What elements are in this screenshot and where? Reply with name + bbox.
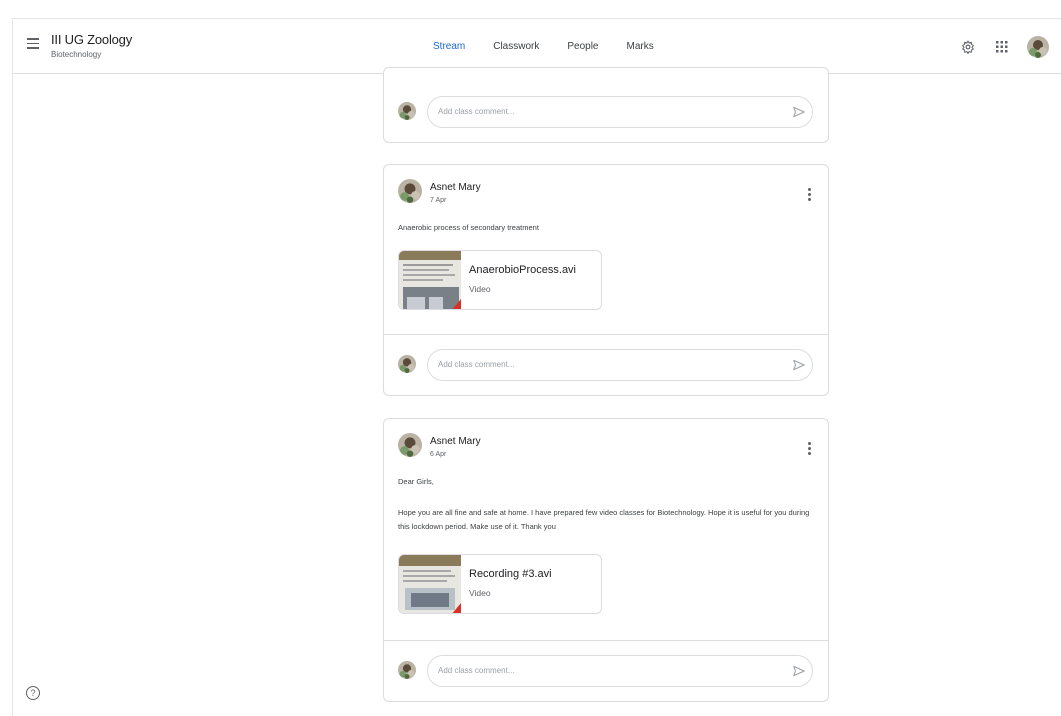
tab-bar: Stream Classwork People Marks	[419, 19, 668, 74]
tab-classwork[interactable]: Classwork	[479, 19, 553, 74]
menu-icon[interactable]	[27, 38, 39, 50]
post-body: Hope you are all fine and safe at home. …	[398, 508, 810, 531]
post-author: Asnet Mary	[430, 182, 481, 193]
post-author: Asnet Mary	[430, 436, 481, 447]
send-icon[interactable]	[792, 358, 806, 377]
attachment-type: Video	[469, 588, 491, 598]
comment-row: Add class comment...	[384, 641, 828, 703]
help-icon[interactable]: ?	[26, 686, 40, 700]
post-body: Anaerobic process of secondary treatment	[398, 223, 539, 232]
send-icon[interactable]	[792, 664, 806, 683]
post-greeting: Dear Girls,	[398, 477, 434, 486]
video-thumbnail	[399, 251, 461, 309]
post-card: Asnet Mary 6 Apr Dear Girls, Hope you ar…	[383, 418, 829, 702]
post-date: 7 Apr	[430, 197, 447, 204]
author-avatar	[398, 179, 422, 203]
tab-people[interactable]: People	[553, 19, 612, 74]
classroom-window: III UG Zoology Biotechnology Stream Clas…	[12, 18, 1061, 716]
commenter-avatar	[398, 355, 416, 373]
comment-placeholder: Add class comment...	[438, 666, 515, 675]
comment-row: Add class comment...	[384, 82, 828, 144]
attachment-name: AnaerobioProcess.avi	[469, 264, 577, 276]
author-avatar	[398, 433, 422, 457]
attachment-card[interactable]: AnaerobioProcess.avi Video	[398, 250, 602, 310]
post-card: Asnet Mary 7 Apr Anaerobic process of se…	[383, 164, 829, 396]
post-card-partial: Add class comment...	[383, 67, 829, 143]
attachment-card[interactable]: Recording #3.avi Video	[398, 554, 602, 614]
commenter-avatar	[398, 102, 416, 120]
video-thumbnail	[399, 555, 461, 613]
account-avatar[interactable]	[1027, 36, 1049, 58]
attachment-type: Video	[469, 284, 491, 294]
apps-grid-icon[interactable]	[993, 38, 1011, 56]
class-title[interactable]: III UG Zoology	[51, 32, 132, 47]
top-right-actions	[959, 36, 1049, 58]
more-options-icon[interactable]	[804, 188, 814, 204]
class-subtitle: Biotechnology	[51, 50, 102, 59]
commenter-avatar	[398, 661, 416, 679]
comment-input[interactable]: Add class comment...	[427, 655, 813, 687]
attachment-name: Recording #3.avi	[469, 568, 552, 580]
send-icon[interactable]	[792, 105, 806, 124]
comment-input[interactable]: Add class comment...	[427, 349, 813, 381]
tab-stream[interactable]: Stream	[419, 19, 480, 74]
comment-row: Add class comment...	[384, 335, 828, 397]
post-date: 6 Apr	[430, 451, 447, 458]
comment-placeholder: Add class comment...	[438, 360, 515, 369]
comment-placeholder: Add class comment...	[438, 107, 515, 116]
comment-input[interactable]: Add class comment...	[427, 96, 813, 128]
more-options-icon[interactable]	[804, 442, 814, 458]
top-app-bar: III UG Zoology Biotechnology Stream Clas…	[13, 19, 1061, 74]
tab-marks[interactable]: Marks	[613, 19, 668, 74]
settings-icon[interactable]	[959, 38, 977, 56]
